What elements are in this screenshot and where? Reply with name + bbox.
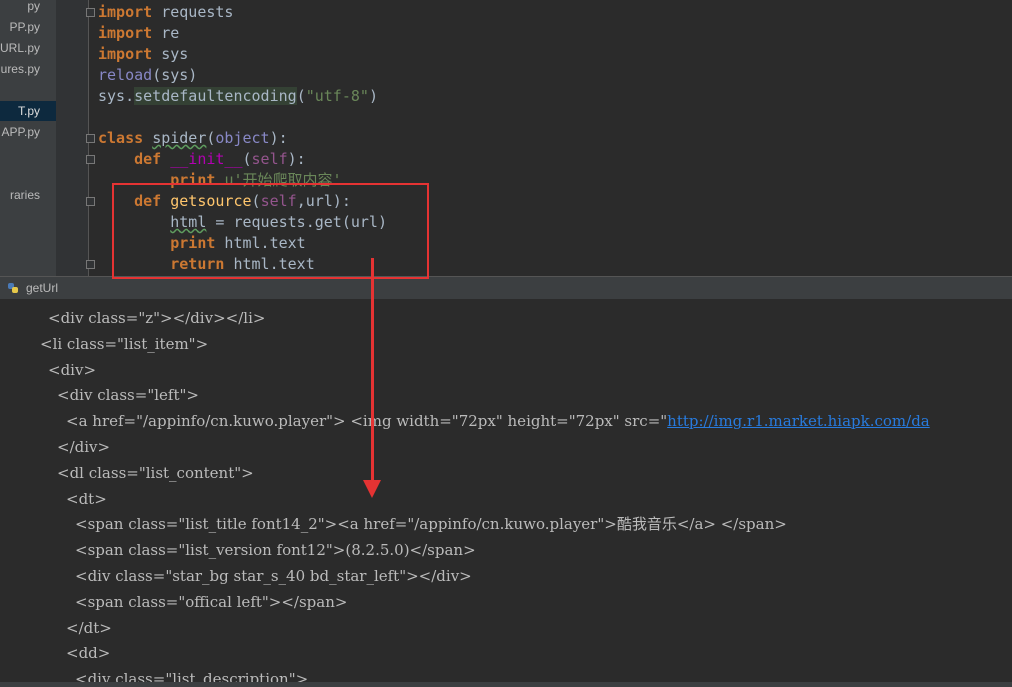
console-text: <span class="offical left"></span> bbox=[75, 592, 348, 611]
console-text: <dl class="list_content"> bbox=[57, 463, 254, 482]
console-output-line: <span class="list_version font12">(8.2.5… bbox=[75, 537, 476, 563]
console-output-line: <a href="/appinfo/cn.kuwo.player"> <img … bbox=[66, 408, 930, 434]
console-text: <div class="star_bg star_s_40 bd_star_le… bbox=[75, 567, 472, 585]
code-token: ) bbox=[368, 87, 378, 105]
project-file-item[interactable]: T.py bbox=[0, 101, 56, 121]
console-output-line: <span class="offical left"></span> bbox=[75, 589, 347, 615]
project-file-item[interactable]: py bbox=[0, 0, 40, 16]
project-file-item[interactable]: ures.py bbox=[0, 59, 40, 79]
code-line: class spider(object): bbox=[98, 128, 288, 149]
annotation-arrow-head bbox=[363, 480, 381, 498]
code-line: import requests bbox=[98, 2, 233, 23]
code-token: import bbox=[98, 45, 153, 63]
console-text: <div class="z"></div></li> bbox=[48, 309, 266, 327]
code-token: object bbox=[215, 129, 270, 147]
code-token: reload bbox=[98, 66, 153, 84]
console-output-line: </dt> bbox=[66, 615, 112, 641]
code-line: sys.setdefaultencoding("utf-8") bbox=[98, 86, 378, 107]
code-line: reload(sys) bbox=[98, 65, 197, 86]
console-text: </div> bbox=[57, 438, 111, 456]
code-line: import sys bbox=[98, 44, 188, 65]
console-text: <span class="list_version font12">(8.2.5… bbox=[75, 541, 476, 560]
console-output-line: <div class="z"></div></li> bbox=[48, 305, 265, 331]
console-text: <dd> bbox=[66, 644, 111, 663]
project-file-item[interactable]: PP.py bbox=[0, 17, 40, 37]
console-text: <div class="left"> bbox=[57, 386, 199, 405]
console-text: <li class="list_item"> bbox=[40, 334, 209, 353]
project-panel: py PP.py URL.py ures.py T.py APP.py raries bbox=[0, 0, 56, 276]
code-token: re bbox=[152, 24, 180, 42]
code-line: def __init__(self): bbox=[98, 149, 306, 170]
code-token: (sys) bbox=[152, 66, 198, 84]
code-token: ): bbox=[269, 129, 288, 147]
run-tab-title[interactable]: getUrl bbox=[26, 277, 58, 299]
console-text: </dt> bbox=[66, 618, 112, 637]
code-token: __init__ bbox=[170, 150, 243, 168]
code-token: spider bbox=[152, 129, 207, 147]
code-token: import bbox=[98, 24, 153, 42]
horizontal-scrollbar[interactable] bbox=[0, 682, 1012, 687]
project-file-item[interactable]: APP.py bbox=[0, 122, 40, 142]
fold-marker-icon[interactable] bbox=[86, 197, 95, 206]
console-link[interactable]: http://img.r1.market.hiapk.com/da bbox=[667, 412, 930, 430]
annotation-arrow-shaft bbox=[371, 258, 374, 486]
code-token: requests bbox=[152, 3, 234, 21]
console-output-line: </div> bbox=[57, 434, 110, 460]
fold-marker-icon[interactable] bbox=[86, 134, 95, 143]
console-output-line: <span class="list_title font14_2"><a hre… bbox=[75, 511, 787, 537]
project-file-item[interactable]: raries bbox=[0, 185, 40, 205]
console-output-line: <li class="list_item"> bbox=[40, 331, 208, 357]
console-text: <span class="list_title font14_2"><a hre… bbox=[75, 515, 787, 534]
annotation-highlight-box bbox=[112, 183, 429, 279]
console-output-line: <dd> bbox=[66, 640, 110, 666]
console-text: <a href="/appinfo/cn.kuwo.player"> <img … bbox=[66, 412, 668, 431]
code-token: sys. bbox=[98, 87, 135, 105]
code-token: def bbox=[134, 150, 162, 168]
code-token: ( bbox=[242, 150, 252, 168]
console-text: <dt> bbox=[66, 489, 107, 508]
code-token: self bbox=[251, 150, 288, 168]
python-icon bbox=[8, 283, 18, 293]
project-file-item[interactable]: URL.py bbox=[0, 38, 40, 58]
fold-marker-icon[interactable] bbox=[86, 155, 95, 164]
code-token: ): bbox=[287, 150, 306, 168]
fold-marker-icon[interactable] bbox=[86, 260, 95, 269]
run-console-output[interactable]: <div class="z"></div></li> <li class="lis… bbox=[0, 299, 1012, 687]
editor-gutter bbox=[56, 0, 89, 276]
console-output-line: <div class="left"> bbox=[57, 382, 199, 408]
code-token: sys bbox=[152, 45, 189, 63]
code-token: ( bbox=[296, 87, 306, 105]
code-token: setdefaultencoding bbox=[134, 87, 297, 105]
code-token: class bbox=[98, 129, 144, 147]
console-output-line: <dl class="list_content"> bbox=[57, 460, 254, 486]
code-token: "utf-8" bbox=[305, 87, 369, 105]
console-output-line: <div> bbox=[48, 357, 96, 383]
code-line: import re bbox=[98, 23, 179, 44]
console-text: <div> bbox=[48, 360, 97, 379]
code-token: import bbox=[98, 3, 153, 21]
console-output-line: <dt> bbox=[66, 486, 107, 512]
console-output-line: <div class="star_bg star_s_40 bd_star_le… bbox=[75, 563, 472, 589]
run-console-header: getUrl bbox=[0, 276, 1012, 300]
fold-marker-icon[interactable] bbox=[86, 8, 95, 17]
